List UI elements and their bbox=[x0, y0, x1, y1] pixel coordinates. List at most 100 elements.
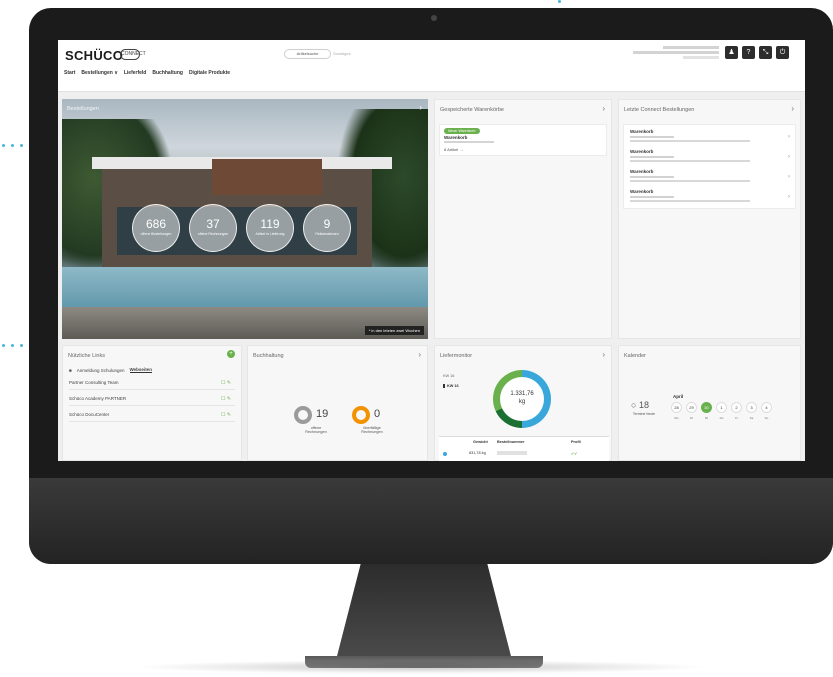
nav-bestellungen[interactable]: Bestellungen ∨ bbox=[81, 70, 117, 76]
status-dot bbox=[443, 452, 447, 456]
list-item[interactable]: Warenkorb › bbox=[630, 189, 790, 207]
link-label: Schüco Academy PARTNER bbox=[69, 396, 127, 401]
stat-value: 119 bbox=[260, 217, 280, 231]
chevron-right-icon[interactable]: › bbox=[419, 103, 422, 112]
week-label: KW 16 bbox=[443, 374, 455, 378]
saved-carts-title: Gespeicherte Warenkörbe bbox=[440, 107, 504, 113]
edit-icon[interactable]: ☐ ✎ bbox=[221, 380, 231, 386]
nav-digitale-produkte[interactable]: Digitale Produkte bbox=[189, 70, 230, 76]
calendar-day-today[interactable]: 30 bbox=[701, 402, 712, 413]
donut-value: 1.331,76 bbox=[510, 391, 534, 397]
calendar-day[interactable]: 4 bbox=[761, 402, 772, 413]
chevron-right-icon: › bbox=[788, 194, 790, 200]
stat-in-delivery[interactable]: 119 Artikel in Lieferung bbox=[246, 204, 294, 252]
user-info bbox=[633, 46, 719, 60]
hero-image-pool bbox=[62, 267, 428, 309]
main-nav: Start Bestellungen ∨ Lieferfeld Buchhalt… bbox=[64, 70, 230, 76]
cart-meta[interactable]: 8 Artikel → bbox=[444, 147, 463, 152]
user-icon[interactable]: ♟ bbox=[725, 46, 738, 59]
stat-open-invoices[interactable]: 37 offene Rechnungen bbox=[189, 204, 237, 252]
useful-links-card: Nützliche Links + ■ Anmeldung Schulungen… bbox=[62, 345, 242, 461]
weekday-label: Fr bbox=[735, 416, 738, 420]
add-link-icon[interactable]: + bbox=[227, 350, 235, 358]
calendar-weekdays: Mo Di Mi Do Fr Sa So bbox=[671, 416, 772, 420]
search-tab-other[interactable]: Sonstiges bbox=[333, 49, 363, 59]
column-header: Bestellnummer bbox=[497, 440, 525, 444]
chevron-right-icon: › bbox=[788, 174, 790, 180]
orders-hero-card[interactable]: Bestellungen › 686 offene Bestellungen 3… bbox=[62, 99, 428, 339]
stage: SCHÜCO CONNECT Artikelsuche Sonstiges ♟ … bbox=[0, 0, 833, 677]
overdue-invoices-icon bbox=[352, 406, 370, 424]
chevron-right-icon[interactable]: › bbox=[791, 104, 794, 113]
accounting-title: Buchhaltung bbox=[253, 353, 284, 359]
calendar-card: Kalender ○ 18 Termine heute April 28 29 … bbox=[618, 345, 801, 461]
calendar-day[interactable]: 28 bbox=[671, 402, 682, 413]
order-stats: 686 offene Bestellungen 37 offene Rechnu… bbox=[132, 204, 351, 252]
chevron-right-icon: › bbox=[788, 134, 790, 140]
list-item[interactable]: Warenkorb › bbox=[630, 149, 790, 167]
overdue-invoices-value[interactable]: 0 bbox=[374, 408, 380, 420]
expand-icon[interactable]: ⤡ bbox=[759, 46, 772, 59]
order-name: Warenkorb bbox=[630, 149, 654, 154]
saved-carts-card: Gespeicherte Warenkörbe › Neuer Warenkor… bbox=[434, 99, 612, 339]
calendar-day[interactable]: 2 bbox=[731, 402, 742, 413]
nav-lieferfeld[interactable]: Lieferfeld bbox=[124, 70, 147, 76]
camera-icon bbox=[431, 15, 437, 21]
stat-complaints[interactable]: 9 Reklamationen bbox=[303, 204, 351, 252]
stat-value: 686 bbox=[145, 217, 167, 231]
recent-orders-list: Warenkorb › Warenkorb › Warenkorb › Ware… bbox=[623, 124, 796, 209]
delivery-table: Gewicht Bestellnummer Profil 831,78 kg ✔… bbox=[439, 436, 609, 461]
list-item[interactable]: Warenkorb › bbox=[630, 169, 790, 187]
column-header: Gewicht bbox=[473, 440, 488, 444]
stat-label: Artikel in Lieferung bbox=[255, 232, 285, 236]
delivery-donut-chart: 1.331,76 kg bbox=[493, 370, 551, 428]
cart-name: Warenkorb bbox=[444, 135, 468, 140]
list-item[interactable]: Partner Consulting Team ☐ ✎ bbox=[69, 380, 235, 390]
edit-icon[interactable]: ☐ ✎ bbox=[221, 412, 231, 418]
open-invoices-value[interactable]: 19 bbox=[316, 408, 328, 420]
calendar-day[interactable]: 1 bbox=[716, 402, 727, 413]
stat-open-orders[interactable]: 686 offene Bestellungen bbox=[132, 204, 180, 252]
weekday-label: So bbox=[764, 416, 769, 420]
week-selected[interactable]: KW 16 bbox=[443, 384, 459, 388]
logo[interactable]: SCHÜCO bbox=[65, 48, 123, 63]
useful-links-title: Nützliche Links bbox=[68, 353, 105, 359]
stat-value: 9 bbox=[323, 217, 331, 231]
tab-schulungen[interactable]: Anmeldung Schulungen bbox=[77, 368, 125, 373]
decorative-dot-top bbox=[558, 0, 561, 3]
calendar-day[interactable]: 3 bbox=[746, 402, 757, 413]
calendar-day[interactable]: 29 bbox=[686, 402, 697, 413]
open-invoices-icon bbox=[294, 406, 312, 424]
power-icon[interactable]: ⏻ bbox=[776, 46, 789, 59]
nav-start[interactable]: Start bbox=[64, 70, 75, 76]
week-selector[interactable]: KW 16 KW 16 bbox=[443, 374, 459, 388]
nav-buchhaltung[interactable]: Buchhaltung bbox=[152, 70, 183, 76]
link-label: Partner Consulting Team bbox=[69, 380, 119, 385]
delivery-monitor-title: Liefermonitor bbox=[440, 353, 473, 359]
tab-webseiten[interactable]: Webseiten bbox=[129, 367, 152, 373]
chevron-right-icon[interactable]: › bbox=[602, 350, 605, 359]
table-cell-placeholder bbox=[497, 451, 527, 455]
chevron-right-icon[interactable]: › bbox=[418, 350, 421, 359]
calendar-month: April bbox=[673, 394, 684, 399]
weekday-label: Mi bbox=[704, 416, 709, 420]
open-invoices-label: offene Rechnungen bbox=[305, 426, 327, 434]
list-item[interactable]: Schüco DocuCenter ☐ ✎ bbox=[69, 412, 235, 422]
help-icon[interactable]: ? bbox=[742, 46, 755, 59]
calendar-title: Kalender bbox=[624, 353, 647, 359]
list-item[interactable]: Warenkorb › bbox=[630, 129, 790, 147]
saved-cart-item[interactable]: Neuer Warenkorb Warenkorb 8 Artikel → bbox=[439, 124, 607, 156]
edit-icon[interactable]: ☐ ✎ bbox=[221, 396, 231, 402]
order-name: Warenkorb bbox=[630, 189, 654, 194]
delivery-monitor-card: Liefermonitor › KW 16 KW 16 1.331,76 kg … bbox=[434, 345, 612, 461]
recent-orders-title: Letzte Connect Bestellungen bbox=[624, 107, 695, 113]
search-tab-articles[interactable]: Artikelsuche bbox=[284, 49, 331, 59]
order-name: Warenkorb bbox=[630, 129, 654, 134]
appointments-count[interactable]: ○ 18 bbox=[631, 400, 649, 410]
calendar-days: 28 29 30 1 2 3 4 bbox=[671, 402, 772, 413]
list-item[interactable]: Schüco Academy PARTNER ☐ ✎ bbox=[69, 396, 235, 406]
chevron-right-icon[interactable]: › bbox=[602, 104, 605, 113]
monitor-shadow bbox=[130, 660, 710, 674]
logo-connect-badge: CONNECT bbox=[120, 49, 146, 60]
stat-label: Reklamationen bbox=[315, 232, 339, 236]
